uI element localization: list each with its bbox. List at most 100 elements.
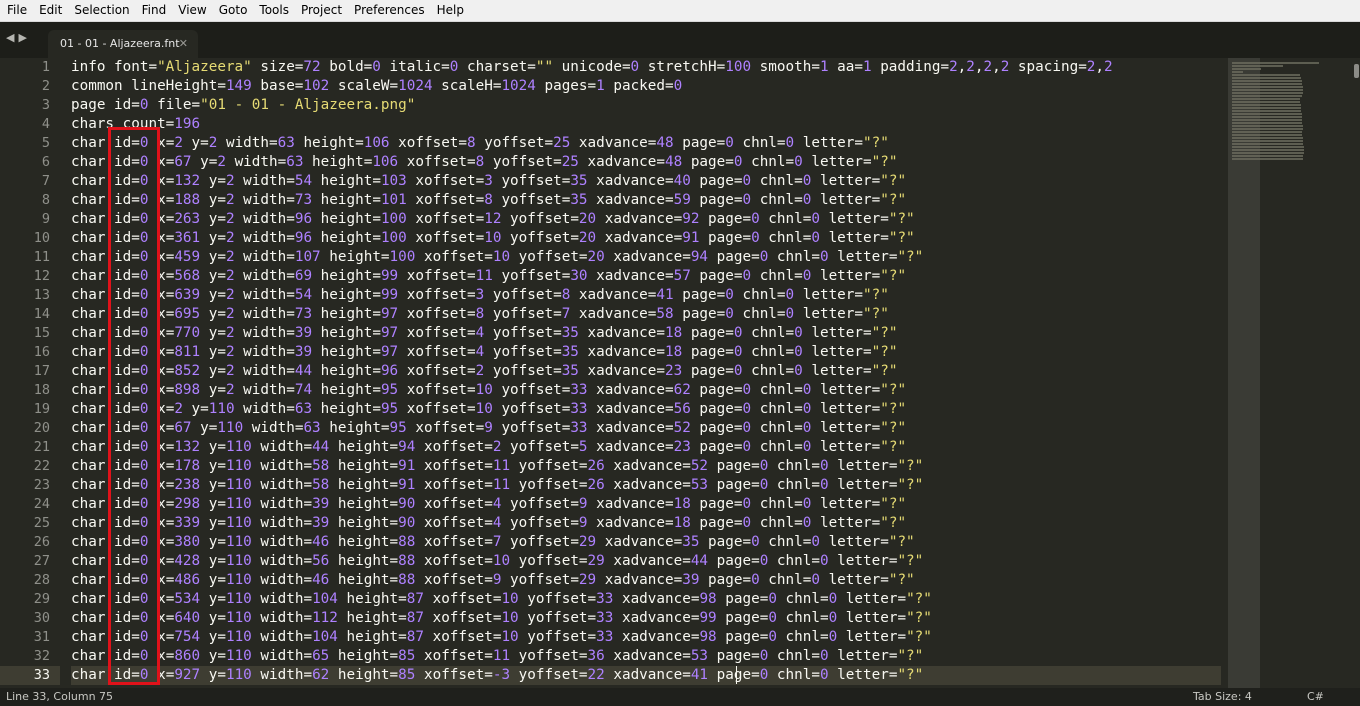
code-line[interactable]: char id=0 x=428 y=110 width=56 height=88… [71, 552, 1221, 571]
code-line[interactable]: char id=0 x=238 y=110 width=58 height=91… [71, 476, 1221, 495]
line-number: 22 [33, 458, 50, 474]
minimap[interactable] [1228, 58, 1352, 688]
file-tab[interactable]: 01 - 01 - Aljazeera.fnt ✕ [48, 30, 198, 58]
minimap-line [1232, 116, 1302, 118]
minimap-line [1232, 104, 1301, 106]
code-line[interactable]: info font="Aljazeera" size=72 bold=0 ita… [71, 58, 1221, 77]
line-number: 8 [41, 192, 50, 208]
editor-area[interactable]: 1 2 3 4 5 6 7 8 9 10 11 12 13 14 15 16 17 18 19 20 21 22 23 24 2… [0, 58, 1360, 688]
code-line[interactable]: char id=0 x=860 y=110 width=65 height=85… [71, 647, 1221, 666]
line-number: 12 [33, 268, 50, 284]
code-line[interactable]: char id=0 x=339 y=110 width=39 height=90… [71, 514, 1221, 533]
menu-help[interactable]: Help [431, 0, 470, 21]
minimap-line [1232, 143, 1303, 145]
line-number: 3 [41, 97, 50, 113]
code-line[interactable]: common lineHeight=149 base=102 scaleW=10… [71, 77, 1221, 96]
code-line[interactable]: char id=0 x=534 y=110 width=104 height=8… [71, 590, 1221, 609]
line-number: 7 [41, 173, 50, 189]
code-text[interactable]: info font="Aljazeera" size=72 bold=0 ita… [71, 58, 1221, 688]
code-line[interactable]: char id=0 x=898 y=2 width=74 height=95 x… [71, 381, 1221, 400]
menu-find[interactable]: Find [136, 0, 173, 21]
line-number: 20 [33, 420, 50, 436]
code-line[interactable]: chars count=196 [71, 115, 1221, 134]
menu-goto[interactable]: Goto [213, 0, 254, 21]
line-number: 11 [33, 249, 50, 265]
code-line[interactable]: char id=0 x=67 y=2 width=63 height=106 x… [71, 153, 1221, 172]
line-number: 33 [0, 666, 60, 685]
code-line[interactable]: char id=0 x=263 y=2 width=96 height=100 … [71, 210, 1221, 229]
code-line[interactable]: char id=0 x=927 y=110 width=62 height=85… [71, 666, 1221, 685]
menu-bar: File Edit Selection Find View Goto Tools Projec… [0, 0, 1360, 22]
code-line[interactable]: char id=0 x=568 y=2 width=69 height=99 x… [71, 267, 1221, 286]
line-number: 15 [33, 325, 50, 341]
status-tab-size[interactable]: Tab Size: 4 [1193, 688, 1252, 706]
minimap-line [1232, 131, 1302, 133]
back-arrow-icon[interactable]: ◀ [6, 31, 18, 44]
minimap-line [1232, 77, 1301, 79]
line-number: 30 [33, 610, 50, 626]
code-line[interactable]: char id=0 x=188 y=2 width=73 height=101 … [71, 191, 1221, 210]
minimap-line [1232, 107, 1301, 109]
minimap-line [1232, 92, 1303, 94]
menu-preferences[interactable]: Preferences [348, 0, 431, 21]
status-syntax[interactable]: C# [1307, 688, 1324, 706]
close-icon[interactable]: ✕ [179, 30, 188, 58]
minimap-line [1232, 74, 1300, 76]
code-line[interactable]: char id=0 x=640 y=110 width=112 height=8… [71, 609, 1221, 628]
code-line[interactable]: char id=0 x=2 y=2 width=63 height=106 xo… [71, 134, 1221, 153]
menu-file[interactable]: File [0, 0, 33, 21]
line-number: 32 [33, 648, 50, 664]
minimap-line [1232, 134, 1302, 136]
line-number: 13 [33, 287, 50, 303]
minimap-line [1232, 146, 1304, 148]
code-line[interactable]: char id=0 x=811 y=2 width=39 height=97 x… [71, 343, 1221, 362]
code-line[interactable]: page id=0 file="01 - 01 - Aljazeera.png" [71, 96, 1221, 115]
code-line[interactable]: char id=0 x=178 y=110 width=58 height=91… [71, 457, 1221, 476]
code-line[interactable]: char id=0 x=486 y=110 width=46 height=88… [71, 571, 1221, 590]
menu-tools[interactable]: Tools [253, 0, 295, 21]
file-tab-label: 01 - 01 - Aljazeera.fnt [60, 37, 180, 50]
line-number: 4 [41, 116, 50, 132]
menu-edit[interactable]: Edit [33, 0, 68, 21]
code-line[interactable]: char id=0 x=380 y=110 width=46 height=88… [71, 533, 1221, 552]
minimap-line [1232, 83, 1302, 85]
menu-selection[interactable]: Selection [68, 0, 135, 21]
line-number: 19 [33, 401, 50, 417]
scrollbar-thumb[interactable] [1354, 64, 1359, 78]
line-number: 24 [33, 496, 50, 512]
status-bar: Line 33, Column 75 Tab Size: 4 C# [0, 688, 1360, 706]
line-number: 16 [33, 344, 50, 360]
line-number: 27 [33, 553, 50, 569]
line-number: 18 [33, 382, 50, 398]
code-line[interactable]: char id=0 x=361 y=2 width=96 height=100 … [71, 229, 1221, 248]
minimap-line [1232, 152, 1304, 154]
annotation-highlight-box [108, 127, 160, 685]
minimap-line [1232, 113, 1302, 115]
menu-project[interactable]: Project [295, 0, 348, 21]
minimap-line [1232, 65, 1283, 67]
code-line[interactable]: char id=0 x=639 y=2 width=54 height=99 x… [71, 286, 1221, 305]
minimap-line [1232, 158, 1303, 160]
line-number: 31 [33, 629, 50, 645]
line-number: 5 [41, 135, 50, 151]
forward-arrow-icon[interactable]: ▶ [18, 31, 30, 44]
code-line[interactable]: char id=0 x=459 y=2 width=107 height=100… [71, 248, 1221, 267]
code-line[interactable]: char id=0 x=132 y=110 width=44 height=94… [71, 438, 1221, 457]
minimap-line [1232, 137, 1303, 139]
code-line[interactable]: char id=0 x=754 y=110 width=104 height=8… [71, 628, 1221, 647]
code-line[interactable]: char id=0 x=67 y=110 width=63 height=95 … [71, 419, 1221, 438]
line-number: 25 [33, 515, 50, 531]
line-number: 6 [41, 154, 50, 170]
minimap-line [1232, 128, 1303, 130]
minimap-line [1232, 101, 1300, 103]
code-line[interactable]: char id=0 x=132 y=2 width=54 height=103 … [71, 172, 1221, 191]
code-line[interactable]: char id=0 x=852 y=2 width=44 height=96 x… [71, 362, 1221, 381]
vertical-scrollbar[interactable] [1352, 58, 1360, 688]
code-line[interactable]: char id=0 x=2 y=110 width=63 height=95 x… [71, 400, 1221, 419]
menu-view[interactable]: View [172, 0, 212, 21]
code-line[interactable]: char id=0 x=695 y=2 width=73 height=97 x… [71, 305, 1221, 324]
code-line[interactable]: char id=0 x=298 y=110 width=39 height=90… [71, 495, 1221, 514]
minimap-line [1232, 71, 1243, 73]
code-line[interactable]: char id=0 x=770 y=2 width=39 height=97 x… [71, 324, 1221, 343]
line-number: 14 [33, 306, 50, 322]
